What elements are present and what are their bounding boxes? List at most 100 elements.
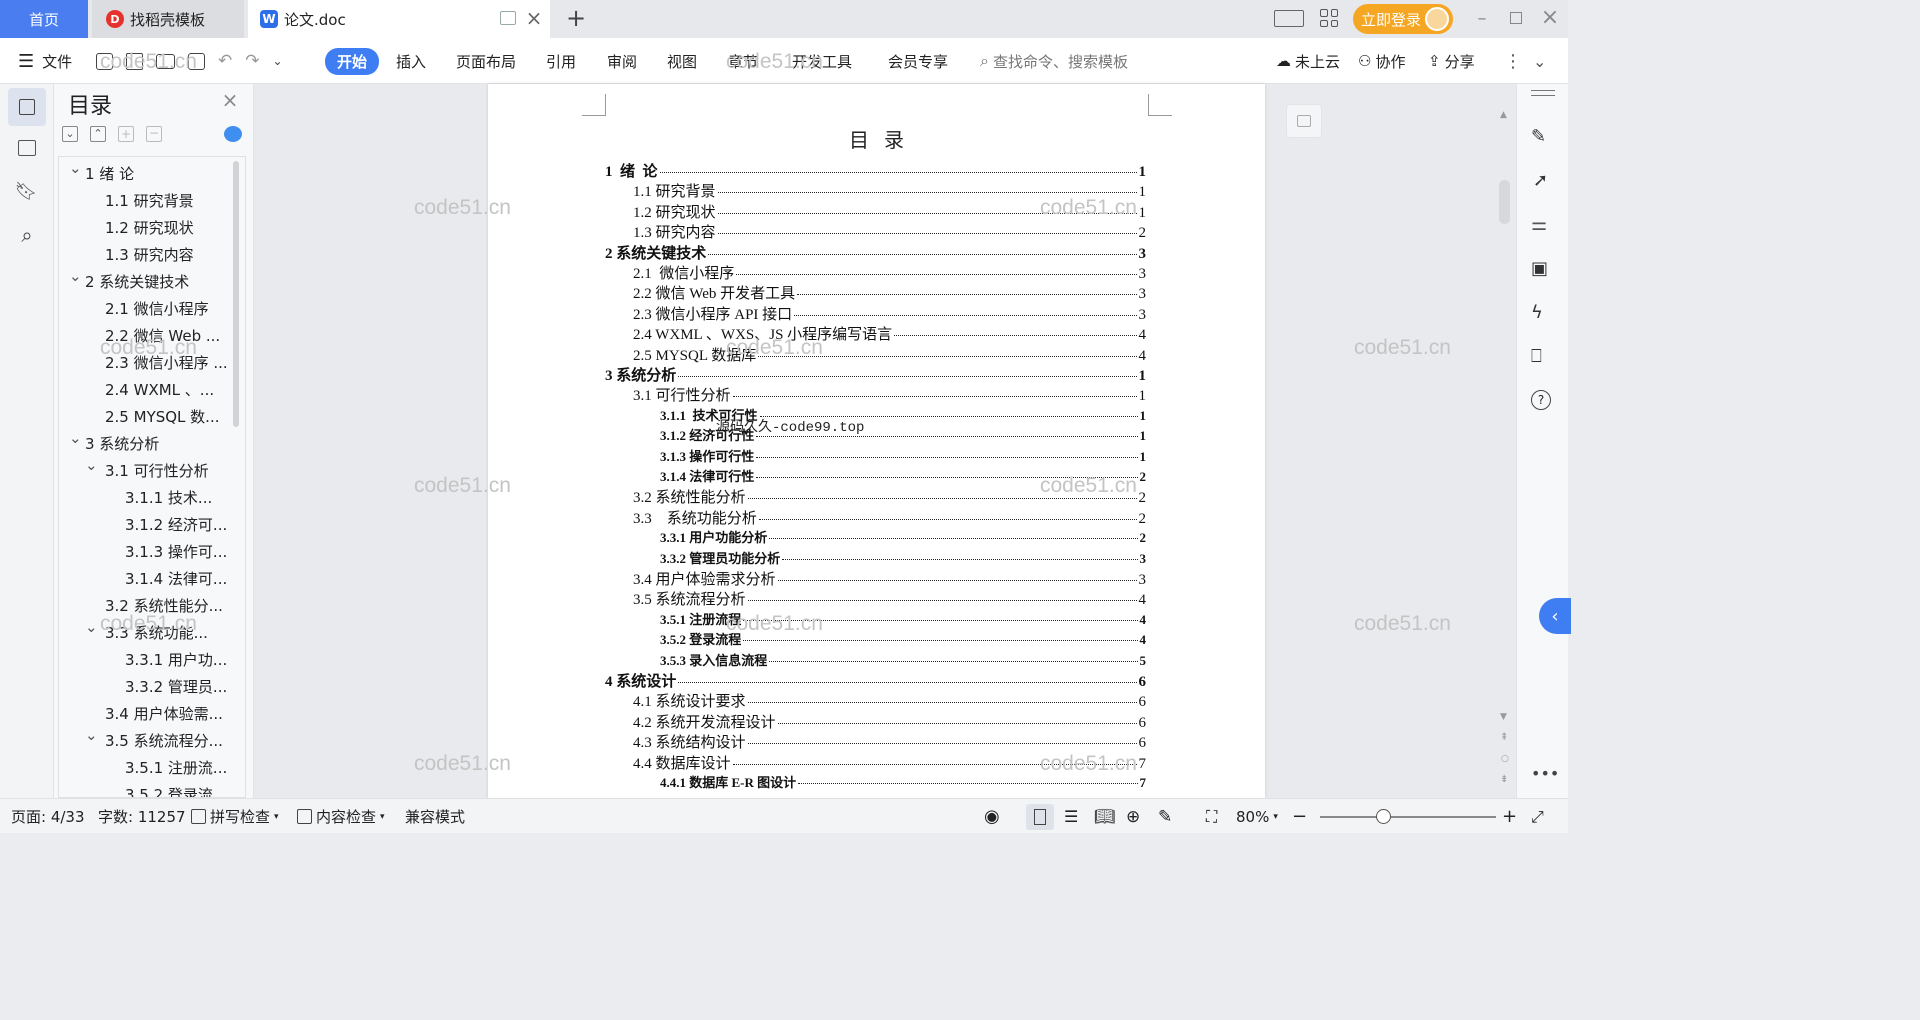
toc-entry[interactable]: 3.3 系统功能分析 2 bbox=[633, 507, 1146, 528]
chevron-down-icon[interactable]: ⌄ bbox=[85, 618, 98, 636]
page-view-button[interactable] bbox=[1026, 799, 1054, 834]
chevron-down-icon[interactable]: ⌄ bbox=[69, 159, 82, 177]
more-tools-icon[interactable]: ••• bbox=[1531, 764, 1559, 783]
expand-all-icon[interactable]: ⌄ bbox=[62, 126, 78, 142]
bookmark-icon[interactable]: 🔖︎ bbox=[15, 180, 38, 202]
print-icon[interactable] bbox=[156, 53, 175, 69]
energy-icon[interactable]: ϟ bbox=[1531, 302, 1543, 323]
file-menu[interactable]: ☰ 文件 bbox=[18, 38, 72, 84]
select-cursor-icon[interactable]: ➚ bbox=[1533, 170, 1548, 191]
chevron-down-icon[interactable]: ⌄ bbox=[85, 726, 98, 744]
read-mode-icon[interactable]: ⎕ bbox=[1531, 346, 1542, 367]
toc-entry[interactable]: 2.5 MYSQL 数据库 4 bbox=[633, 344, 1146, 365]
nav-item[interactable]: 1.3 研究内容 bbox=[59, 242, 229, 268]
toc-entry[interactable]: 2.4 WXML 、WXS、JS 小程序编写语言 4 bbox=[633, 323, 1146, 344]
spell-check-button[interactable]: 拼写检查 ▾ bbox=[191, 799, 279, 834]
toc-entry[interactable]: 3.1.3 操作可行性 1 bbox=[660, 446, 1146, 465]
new-tab-icon[interactable]: + bbox=[564, 4, 588, 32]
toc-entry[interactable]: 4.4.1 数据库 E-R 图设计 7 bbox=[660, 772, 1146, 791]
image-tool-icon[interactable]: ▣ bbox=[1531, 258, 1548, 279]
scroll-down-icon[interactable]: ▼ bbox=[1500, 712, 1507, 722]
toc-entry[interactable]: 1.1 研究背景 1 bbox=[633, 180, 1146, 201]
undo-icon[interactable]: ↶ bbox=[218, 51, 232, 71]
promote-icon[interactable]: + bbox=[118, 126, 134, 142]
close-window-icon[interactable]: × bbox=[1540, 5, 1560, 30]
command-search[interactable]: ⌕ 查找命令、搜索模板 bbox=[980, 38, 1128, 84]
fullscreen-icon[interactable]: ⤢ bbox=[1531, 799, 1544, 834]
toc-entry[interactable]: 4.1 系统设计要求 6 bbox=[633, 690, 1146, 711]
share-button[interactable]: ⇪ 分享 bbox=[1428, 38, 1475, 84]
nav-item[interactable]: 3.5.1 注册流... bbox=[59, 755, 229, 781]
menu-tab-reference[interactable]: 引用 bbox=[546, 38, 576, 84]
nav-item[interactable]: 2.3 微信小程序 ... bbox=[59, 350, 229, 376]
ai-toc-icon[interactable] bbox=[224, 126, 242, 142]
adjust-icon[interactable]: ⚌ bbox=[1531, 214, 1547, 235]
scroll-up-icon[interactable]: ▲ bbox=[1500, 110, 1507, 120]
nav-item[interactable]: 3.5.2 登录流... bbox=[59, 782, 229, 797]
nav-item[interactable]: 3.3.2 管理员... bbox=[59, 674, 229, 700]
toc-entry[interactable]: 3.1 可行性分析 1 bbox=[633, 384, 1146, 405]
scroll-thumb[interactable] bbox=[1499, 180, 1510, 224]
pen-icon[interactable]: ✎ bbox=[1531, 126, 1546, 147]
select-browse-icon[interactable]: ○ bbox=[1501, 754, 1509, 764]
nav-item[interactable]: 3.1.3 操作可... bbox=[59, 539, 229, 565]
chevron-down-icon[interactable]: ⌄ bbox=[69, 429, 82, 447]
more-options-icon[interactable]: ⋮ bbox=[1504, 38, 1522, 84]
write-mode-icon[interactable]: ✎ bbox=[1158, 799, 1172, 834]
toc-entry[interactable]: 3.4 用户体验需求分析 3 bbox=[633, 568, 1146, 589]
toc-entry[interactable]: 2.2 微信 Web 开发者工具 3 bbox=[633, 282, 1146, 303]
collapse-rail-icon[interactable] bbox=[1531, 90, 1555, 96]
menu-tab-view[interactable]: 视图 bbox=[667, 38, 697, 84]
nav-item[interactable]: ⌄ 3.3 系统功能... bbox=[59, 618, 229, 646]
nav-item[interactable]: 2.1 微信小程序 bbox=[59, 296, 229, 322]
help-icon[interactable]: ? bbox=[1531, 390, 1551, 410]
menu-tab-devtools[interactable]: 开发工具 bbox=[792, 38, 852, 84]
nav-item[interactable]: 3.1.1 技术... bbox=[59, 485, 229, 511]
nav-item[interactable]: ⌄ 3.5 系统流程分... bbox=[59, 726, 229, 754]
zoom-slider[interactable] bbox=[1320, 799, 1496, 834]
menu-tab-insert[interactable]: 插入 bbox=[396, 38, 426, 84]
restore-icon[interactable] bbox=[1510, 12, 1522, 24]
tab-document[interactable]: W 论文.doc × bbox=[248, 0, 550, 38]
toc-entry[interactable]: 3 系统分析 1 bbox=[605, 364, 1146, 385]
nav-item[interactable]: ⌄ 3.1 可行性分析 bbox=[59, 456, 229, 484]
window-mode-icon[interactable] bbox=[500, 11, 516, 25]
reading-view-icon[interactable]: 📖︎ bbox=[1094, 799, 1116, 834]
nav-item[interactable]: 3.1.2 经济可... bbox=[59, 512, 229, 538]
toc-entry[interactable]: 2.3 微信小程序 API 接口 3 bbox=[633, 303, 1146, 324]
toc-entry[interactable]: 1 绪 论 1 bbox=[605, 160, 1146, 181]
menu-tab-review[interactable]: 审阅 bbox=[607, 38, 637, 84]
toc-entry[interactable]: 3.5.1 注册流程 4 bbox=[660, 609, 1146, 628]
next-page-icon[interactable]: ⇟ bbox=[1500, 774, 1508, 785]
find-icon[interactable]: ⌕ bbox=[16, 223, 38, 247]
toc-entry[interactable]: 4.2 系统开发流程设计 6 bbox=[633, 711, 1146, 732]
side-expand-icon[interactable]: ‹ bbox=[1539, 598, 1571, 634]
floating-panel-toggle[interactable] bbox=[1286, 104, 1322, 138]
fit-page-icon[interactable]: ⛶ bbox=[1206, 799, 1217, 834]
nav-item[interactable]: 3.2 系统性能分... bbox=[59, 593, 229, 619]
collapse-ribbon-icon[interactable]: ⌄ bbox=[1533, 38, 1546, 84]
chevron-down-icon[interactable]: ⌄ bbox=[85, 456, 98, 474]
nav-item[interactable]: 2.4 WXML 、... bbox=[59, 377, 229, 403]
outline-view-icon[interactable]: ☰ bbox=[1064, 799, 1078, 834]
toc-entry[interactable]: 3.3.2 管理员功能分析 3 bbox=[660, 548, 1146, 567]
prev-page-icon[interactable]: ⇞ bbox=[1500, 732, 1508, 743]
toc-pane-icon[interactable] bbox=[8, 88, 46, 126]
outline-icon[interactable] bbox=[18, 140, 36, 156]
toc-entry[interactable]: 3.5 系统流程分析 4 bbox=[633, 588, 1146, 609]
login-button[interactable]: 立即登录 bbox=[1353, 4, 1453, 34]
nav-item[interactable]: 3.3.1 用户功... bbox=[59, 647, 229, 673]
nav-item[interactable]: ⌄ 3 系统分析 bbox=[59, 429, 229, 457]
collapse-all-icon[interactable]: ⌃ bbox=[90, 126, 106, 142]
menu-tab-start[interactable]: 开始 bbox=[325, 47, 380, 75]
toc-entry[interactable]: 3.5.2 登录流程 4 bbox=[660, 629, 1146, 648]
toc-entry[interactable]: 4 系统设计 6 bbox=[605, 670, 1146, 691]
page-indicator[interactable]: 页面: 4/33 bbox=[11, 799, 85, 834]
redo-icon[interactable]: ↷ bbox=[245, 51, 259, 71]
nav-item[interactable]: 3.4 用户体验需... bbox=[59, 701, 229, 727]
nav-item[interactable]: 1.1 研究背景 bbox=[59, 188, 229, 214]
toc-entry[interactable]: 1.2 研究现状 1 bbox=[633, 201, 1146, 222]
nav-item[interactable]: 2.2 微信 Web ... bbox=[59, 323, 229, 349]
more-quick-icon[interactable]: ⌄ bbox=[273, 54, 283, 68]
zoom-dropdown[interactable]: 80% ▾ bbox=[1236, 799, 1278, 834]
